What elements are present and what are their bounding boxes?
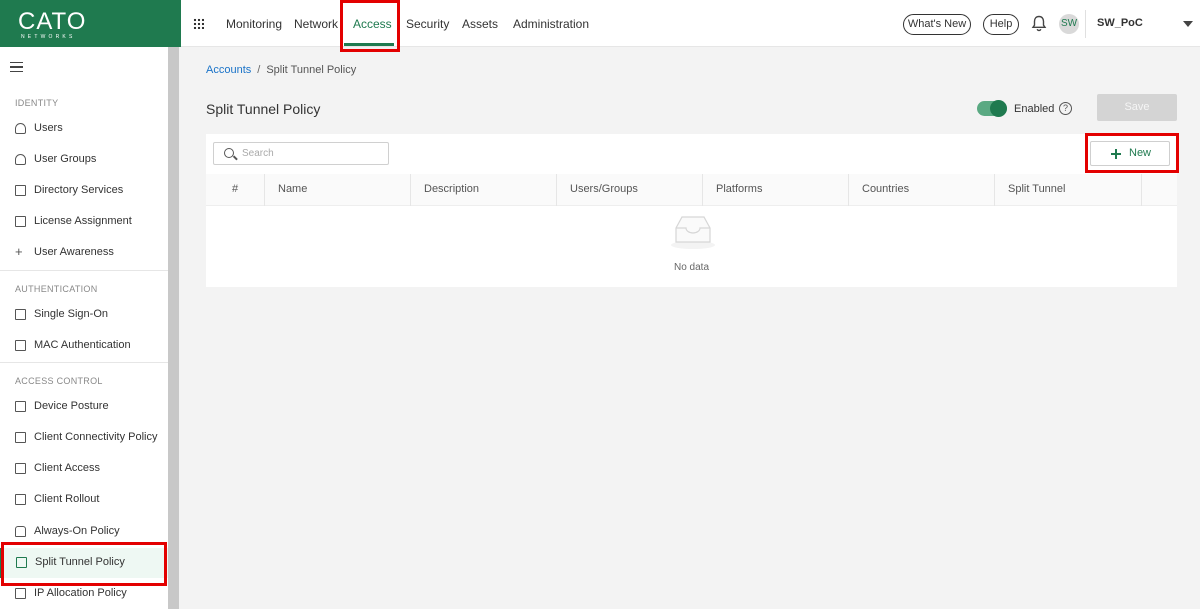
sidebar-item-label: Device Posture [34,400,109,412]
sidebar-item-client-access[interactable]: Client Access [0,454,168,484]
enabled-label: Enabled [1014,103,1055,115]
sidebar-item-label: Directory Services [34,184,124,196]
new-button-label: New [1129,147,1152,159]
user-icon [15,123,26,134]
sidebar-item-license-assignment[interactable]: License Assignment [0,207,168,237]
sidebar-item-always-on-policy[interactable]: Always-On Policy [0,517,168,547]
column-header-description[interactable]: Description [411,174,557,206]
connectivity-icon [15,432,26,443]
user-group-icon [15,154,26,165]
client-rollout-icon [15,494,26,505]
breadcrumb-separator: / [257,64,261,76]
search-icon [224,148,234,158]
sidebar-item-label: License Assignment [34,215,132,227]
logo-wordmark: CATO [18,8,87,35]
policy-table-panel: New # Name Description Users/Groups Plat… [206,134,1177,287]
directory-icon [15,185,26,196]
breadcrumb-accounts-link[interactable]: Accounts [206,64,251,76]
table-header: # Name Description Users/Groups Platform… [206,174,1177,206]
column-header-name[interactable]: Name [265,174,411,206]
sidebar-item-label: Client Access [34,462,101,474]
sidebar-item-label: MAC Authentication [34,339,131,351]
sidebar-item-client-rollout[interactable]: Client Rollout [0,485,168,515]
sidebar-item-label: Client Connectivity Policy [34,431,158,443]
nav-access[interactable]: Access [353,17,392,31]
sidebar-item-users[interactable]: Users [0,114,168,144]
new-button[interactable]: New [1090,141,1170,166]
sidebar-item-label: Split Tunnel Policy [35,556,125,568]
sidebar-item-label: User Groups [34,153,97,165]
sidebar-item-label: Users [34,122,63,134]
account-name[interactable]: SW_PoC [1097,17,1143,29]
sidebar-item-label: User Awareness [34,246,114,258]
grid-table-icon [15,340,26,351]
page-title: Split Tunnel Policy [206,101,321,117]
column-header-users-groups[interactable]: Users/Groups [557,174,703,206]
sidebar-item-label: Single Sign-On [34,308,108,320]
column-header-countries[interactable]: Countries [849,174,995,206]
sidebar-item-user-awareness[interactable]: + User Awareness [0,238,168,268]
sidebar-item-directory-services[interactable]: Directory Services [0,176,168,206]
client-access-icon [15,463,26,474]
checkbox-icon [15,309,26,320]
empty-state-text: No data [673,262,710,273]
bell-icon[interactable] [1031,15,1047,32]
sidebar-item-label: Always-On Policy [34,525,120,537]
cato-logo[interactable]: CATO NETWORKS [0,0,181,47]
header-divider [1085,10,1086,38]
breadcrumb: Accounts / Split Tunnel Policy [206,64,356,76]
sidebar-scrollbar[interactable] [168,47,179,609]
column-header-index[interactable]: # [206,174,265,206]
sidebar-item-client-connectivity-policy[interactable]: Client Connectivity Policy [0,423,168,453]
sidebar-item-device-posture[interactable]: Device Posture [0,392,168,422]
logo-subtitle: NETWORKS [21,34,76,40]
hamburger-menu-icon[interactable] [10,62,23,72]
search-box [213,142,389,165]
top-bar: CATO NETWORKS Monitoring Network Access … [0,0,1200,47]
sidebar-item-user-groups[interactable]: User Groups [0,145,168,175]
save-button[interactable]: Save [1097,94,1177,121]
whats-new-button[interactable]: What's New [903,14,971,35]
sidebar-item-mac-authentication[interactable]: MAC Authentication [0,331,168,361]
account-dropdown-icon[interactable] [1183,21,1193,27]
nav-administration[interactable]: Administration [513,17,589,31]
sidebar: IDENTITY Users User Groups Directory Ser… [0,47,168,609]
sidebar-item-split-tunnel-policy[interactable]: Split Tunnel Policy [0,548,168,578]
section-label-identity: IDENTITY [15,98,59,108]
lock-icon [15,526,26,537]
sidebar-item-single-sign-on[interactable]: Single Sign-On [0,300,168,330]
plus-icon [1111,149,1121,159]
license-icon [15,216,26,227]
section-divider [0,362,168,363]
toggle-knob [990,100,1007,117]
nav-security[interactable]: Security [406,17,449,31]
sidebar-item-ip-allocation-policy[interactable]: IP Allocation Policy [0,579,168,609]
search-input[interactable] [242,145,382,162]
section-label-access-control: ACCESS CONTROL [15,376,103,386]
active-nav-underline [344,43,394,46]
nav-assets[interactable]: Assets [462,17,498,31]
split-tunnel-icon [16,557,27,568]
column-header-platforms[interactable]: Platforms [703,174,849,206]
empty-inbox-icon [671,216,715,249]
help-button[interactable]: Help [983,14,1019,35]
user-avatar[interactable]: SW [1059,14,1079,34]
ip-allocation-icon [15,588,26,599]
question-icon[interactable]: ? [1059,102,1072,115]
enabled-toggle[interactable] [977,100,1007,117]
column-header-split-tunnel[interactable]: Split Tunnel [995,174,1142,206]
section-divider [0,270,168,271]
sidebar-item-label: Client Rollout [34,493,100,505]
nav-network[interactable]: Network [294,17,338,31]
apps-grid-icon[interactable] [193,18,204,29]
breadcrumb-current: Split Tunnel Policy [266,64,357,76]
sidebar-item-label: IP Allocation Policy [34,587,127,599]
plus-icon: + [15,244,23,259]
device-icon [15,401,26,412]
section-label-authentication: AUTHENTICATION [15,284,98,294]
nav-monitoring[interactable]: Monitoring [226,17,282,31]
